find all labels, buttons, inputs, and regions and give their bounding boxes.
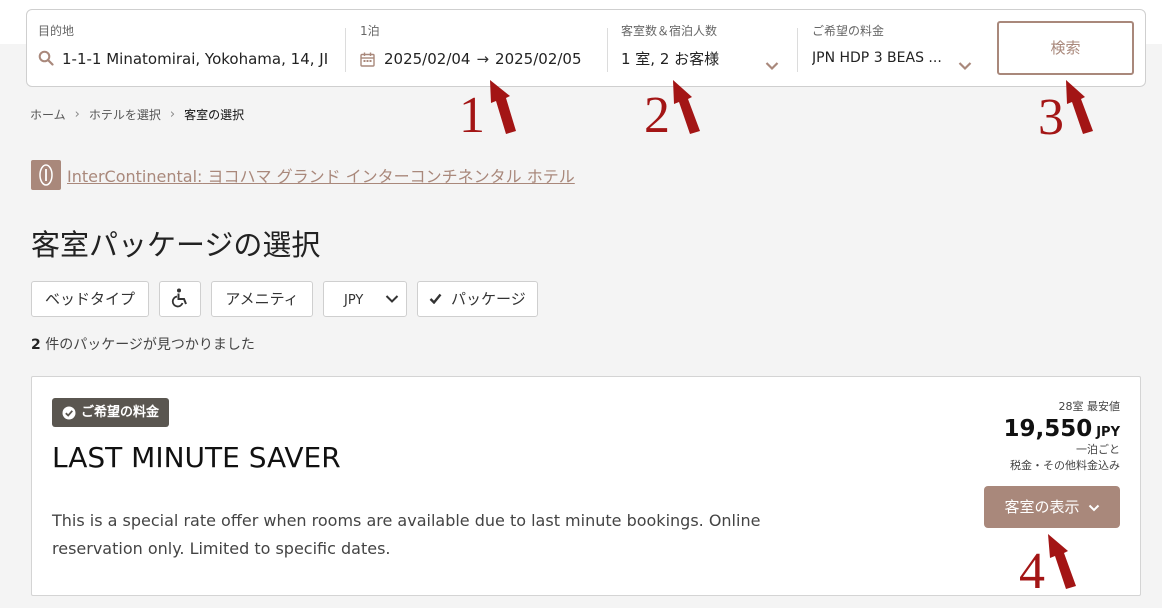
annotation-number-4: 4 <box>1019 543 1045 600</box>
annotation-number-2: 2 <box>644 87 670 144</box>
annotation-number-1: 1 <box>459 87 485 144</box>
annotation-number-3: 3 <box>1038 89 1064 146</box>
annotation-arrow-2 <box>673 80 700 134</box>
annotation-arrow-1 <box>490 80 516 134</box>
annotation-arrows <box>490 80 1093 589</box>
annotation-arrow-4 <box>1048 534 1076 589</box>
annotation-arrow-3 <box>1066 80 1093 134</box>
